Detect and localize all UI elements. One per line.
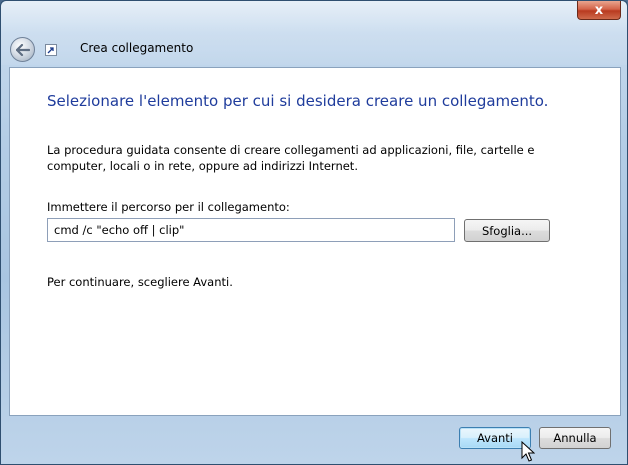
wizard-content: Selezionare l'elemento per cui si deside… xyxy=(9,67,621,416)
back-arrow-icon xyxy=(15,43,30,56)
close-icon: x xyxy=(594,2,604,18)
mouse-cursor-icon xyxy=(521,441,535,462)
browse-button[interactable]: Sfoglia... xyxy=(464,219,550,242)
title-bar[interactable] xyxy=(1,1,627,65)
continue-hint: Per continuare, scegliere Avanti. xyxy=(47,275,233,289)
cancel-button[interactable]: Annulla xyxy=(539,427,611,449)
wizard-window: x Crea collegamento Selezionare l'elemen… xyxy=(0,0,628,465)
close-button[interactable]: x xyxy=(577,1,621,20)
page-description: La procedura guidata consente di creare … xyxy=(47,143,535,173)
wizard-title: Crea collegamento xyxy=(80,41,194,55)
path-label: Immettere il percorso per il collegament… xyxy=(47,200,290,214)
path-input[interactable]: cmd /c "echo off | clip" xyxy=(47,218,455,242)
page-heading: Selezionare l'elemento per cui si deside… xyxy=(47,92,549,110)
back-button[interactable] xyxy=(10,37,35,62)
shortcut-arrow-icon xyxy=(45,44,57,56)
